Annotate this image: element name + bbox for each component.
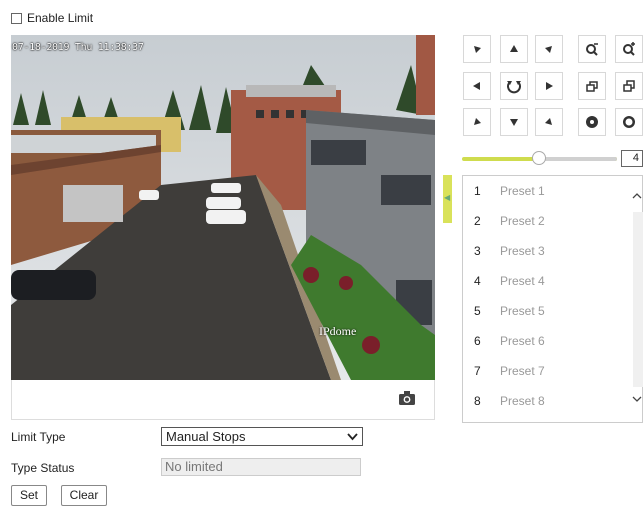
- ptz-control-pad: [462, 35, 643, 141]
- scroll-down-button[interactable]: [631, 393, 643, 405]
- iris-close-icon: [586, 116, 598, 128]
- type-status-label: Type Status: [11, 461, 75, 475]
- preset-item[interactable]: 3 Preset 3: [463, 236, 633, 266]
- preset-item[interactable]: 8 Preset 8: [463, 386, 633, 416]
- preset-name: Preset 8: [500, 394, 545, 408]
- preset-item[interactable]: 7 Preset 7: [463, 356, 633, 386]
- iris-close-button[interactable]: [578, 108, 606, 136]
- preset-number: 6: [474, 334, 481, 348]
- osd-timestamp: 07-18-2019 Thu 11:38:37: [12, 42, 144, 53]
- arrow-right-icon: [546, 82, 553, 90]
- limit-type-value: Manual Stops: [166, 429, 246, 444]
- preset-name: Preset 3: [500, 244, 545, 258]
- clear-button[interactable]: Clear: [61, 485, 107, 506]
- speed-value-field[interactable]: 4: [621, 150, 643, 167]
- chevron-up-icon: [632, 193, 642, 199]
- zoom-in-button[interactable]: [615, 35, 643, 63]
- pan-up-button[interactable]: [500, 35, 528, 63]
- preset-item[interactable]: 1 Preset 1: [463, 176, 633, 206]
- enable-limit-checkbox[interactable]: [11, 12, 22, 24]
- preset-number: 8: [474, 394, 481, 408]
- chevron-down-icon: [632, 396, 642, 402]
- preset-item[interactable]: 6 Preset 6: [463, 326, 633, 356]
- preset-list: 1 Preset 1 2 Preset 2 3 Preset 3 4 Preset 4 …: [462, 175, 643, 423]
- focus-far-icon: [623, 80, 635, 92]
- preset-number: 1: [474, 184, 481, 198]
- chevron-down-icon: [347, 433, 358, 441]
- focus-near-icon: [586, 81, 598, 92]
- enable-limit-label: Enable Limit: [27, 11, 94, 25]
- pan-right-button[interactable]: [535, 72, 563, 100]
- preset-name: Preset 7: [500, 364, 545, 378]
- arrow-down-right-icon: [545, 118, 552, 125]
- pan-down-right-button[interactable]: [535, 108, 563, 136]
- arrow-up-icon: [510, 45, 518, 52]
- video-frame: [11, 35, 435, 380]
- pan-up-left-button[interactable]: [463, 35, 491, 63]
- iris-open-icon: [623, 116, 635, 128]
- arrow-up-left-icon: [474, 46, 481, 53]
- rotate-icon: [507, 81, 521, 94]
- pan-down-button[interactable]: [500, 108, 528, 136]
- arrow-left-icon: [473, 82, 480, 90]
- zoom-out-icon: [586, 43, 598, 56]
- preset-name: Preset 2: [500, 214, 545, 228]
- preset-number: 2: [474, 214, 481, 228]
- zoom-in-icon: [623, 42, 635, 56]
- chevron-left-icon: ◀: [444, 193, 451, 202]
- preset-name: Preset 6: [500, 334, 545, 348]
- focus-near-button[interactable]: [578, 72, 606, 100]
- preset-number: 4: [474, 274, 481, 288]
- arrow-down-icon: [510, 119, 518, 126]
- scroll-up-button[interactable]: [631, 190, 643, 202]
- preset-number: 5: [474, 304, 481, 318]
- speed-slider-handle[interactable]: [532, 151, 546, 165]
- enable-limit-row[interactable]: Enable Limit: [11, 11, 93, 25]
- video-toolbar: [11, 380, 435, 420]
- preset-item[interactable]: 2 Preset 2: [463, 206, 633, 236]
- camera-icon: [399, 391, 415, 405]
- set-button[interactable]: Set: [11, 485, 47, 506]
- live-video[interactable]: [11, 35, 435, 380]
- limit-type-label: Limit Type: [11, 430, 66, 444]
- preset-item[interactable]: 4 Preset 4: [463, 266, 633, 296]
- preset-scrollbar[interactable]: [633, 212, 643, 387]
- preset-name: Preset 5: [500, 304, 545, 318]
- snapshot-button[interactable]: [399, 391, 415, 405]
- panel-collapse-tab[interactable]: ◀: [443, 175, 452, 223]
- auto-pan-button[interactable]: [500, 72, 528, 100]
- osd-camera-name: IPdome: [319, 324, 357, 338]
- limit-type-select[interactable]: Manual Stops: [161, 427, 363, 446]
- pan-left-button[interactable]: [463, 72, 491, 100]
- pan-up-right-button[interactable]: [535, 35, 563, 63]
- preset-number: 3: [474, 244, 481, 258]
- preset-number: 7: [474, 364, 481, 378]
- pan-down-left-button[interactable]: [463, 108, 491, 136]
- arrow-down-left-icon: [474, 118, 481, 125]
- iris-open-button[interactable]: [615, 108, 643, 136]
- preset-name: Preset 1: [500, 184, 545, 198]
- focus-far-button[interactable]: [615, 72, 643, 100]
- type-status-field: No limited: [161, 458, 361, 476]
- preset-name: Preset 4: [500, 274, 545, 288]
- preset-item[interactable]: 5 Preset 5: [463, 296, 633, 326]
- arrow-up-right-icon: [545, 46, 552, 53]
- zoom-out-button[interactable]: [578, 35, 606, 63]
